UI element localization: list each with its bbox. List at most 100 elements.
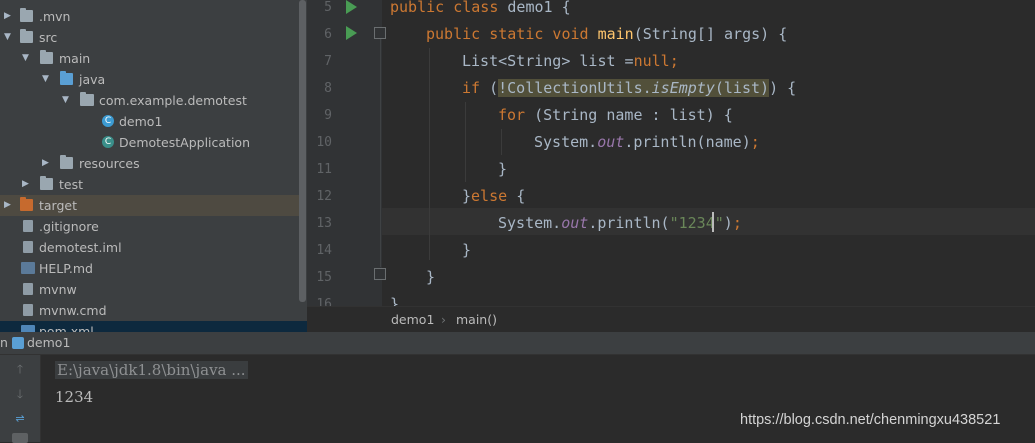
tree-item-label: test xyxy=(59,177,84,192)
tree-item-demotest-iml[interactable]: demotest.iml xyxy=(0,237,300,258)
line-number: 6 xyxy=(324,27,332,42)
line-number: 7 xyxy=(324,54,332,69)
maven-file-icon xyxy=(21,325,35,332)
code-line-16[interactable]: } xyxy=(390,291,399,306)
code-line-11[interactable]: } xyxy=(498,156,507,183)
line-number: 14 xyxy=(316,243,332,258)
line-number: 13 xyxy=(316,216,332,231)
tree-item-mvn[interactable]: ▶ .mvn xyxy=(0,6,300,27)
tree-item-label: .gitignore xyxy=(39,219,99,234)
tree-item-target[interactable]: ▶ target xyxy=(0,195,300,216)
project-tree-panel: ▶ .mvn ▼ src ▼ main ▼ java ▼ com.example… xyxy=(0,0,307,332)
code-token: ) xyxy=(723,214,733,232)
tree-item-label: DemotestApplication xyxy=(119,135,250,150)
run-tab-demo1[interactable]: demo1 xyxy=(27,332,70,354)
code-token: public class xyxy=(390,0,508,16)
fold-marker-icon[interactable] xyxy=(374,268,386,280)
java-class-icon: C xyxy=(102,115,114,127)
tree-item-label: HELP.md xyxy=(39,261,93,276)
run-class-icon[interactable] xyxy=(346,0,357,14)
tree-scrollbar[interactable] xyxy=(299,0,306,302)
chevron-down-icon[interactable]: ▼ xyxy=(62,90,72,111)
tree-item-label: java xyxy=(79,72,106,87)
code-token: (String name : list) { xyxy=(534,106,733,124)
tree-item-mvnw[interactable]: mvnw xyxy=(0,279,300,300)
code-token: for xyxy=(498,106,535,124)
file-icon xyxy=(23,283,33,295)
tree-item-test[interactable]: ▶ test xyxy=(0,174,300,195)
watermark: https://blog.csdn.net/chenmingxu438521 xyxy=(740,412,1001,428)
code-token: { xyxy=(516,187,526,205)
text-caret xyxy=(712,212,714,232)
run-main-icon[interactable] xyxy=(346,26,357,40)
editor-breadcrumb: demo1 › main() xyxy=(307,306,1035,333)
chevron-down-icon[interactable]: ▼ xyxy=(22,48,32,69)
folder-icon xyxy=(40,50,53,64)
code-token: demo1 { xyxy=(507,0,571,16)
tree-item-gitignore[interactable]: .gitignore xyxy=(0,216,300,237)
code-line-9[interactable]: for (String name : list) { xyxy=(498,102,733,129)
code-token: .println(name) xyxy=(624,133,751,151)
breadcrumb-class[interactable]: demo1 xyxy=(391,307,434,333)
indent-guide xyxy=(465,102,466,182)
inspection-warning-highlight[interactable]: !CollectionUtils.isEmpty(list) xyxy=(498,79,770,97)
breadcrumb-method[interactable]: main() xyxy=(456,307,497,333)
code-token: ) { xyxy=(769,79,797,97)
tree-item-label: main xyxy=(59,51,91,66)
chevron-right-icon[interactable]: ▶ xyxy=(4,6,14,27)
code-line-13[interactable]: System.out.println("1234"); xyxy=(498,210,742,237)
soft-wrap-icon[interactable]: ⇌ xyxy=(12,411,28,427)
chevron-down-icon[interactable]: ▼ xyxy=(4,27,14,48)
code-token: if xyxy=(462,79,490,97)
code-line-10[interactable]: System.out.println(name); xyxy=(534,129,760,156)
code-token: out xyxy=(561,214,589,232)
file-icon xyxy=(23,304,33,316)
chevron-down-icon[interactable]: ▼ xyxy=(42,69,52,90)
tree-item-demotest-application[interactable]: C DemotestApplication xyxy=(0,132,300,153)
fold-marker-icon[interactable] xyxy=(374,27,386,39)
code-line-7[interactable]: List<String> list =null; xyxy=(462,48,679,75)
tree-item-mvnw-cmd[interactable]: mvnw.cmd xyxy=(0,300,300,321)
code-token: !CollectionUtils. xyxy=(498,79,652,97)
tree-item-package[interactable]: ▼ com.example.demotest xyxy=(0,90,300,111)
code-line-14[interactable]: } xyxy=(462,237,471,264)
code-line-8[interactable]: if (!CollectionUtils.isEmpty(list)) { xyxy=(462,75,796,102)
run-label-fragment: n xyxy=(0,335,8,350)
code-line-12[interactable]: }else { xyxy=(462,183,525,210)
arrow-down-icon[interactable]: 🡓 xyxy=(12,386,28,402)
chevron-right-icon[interactable]: ▶ xyxy=(42,153,52,174)
code-token: (String[] args) { xyxy=(633,25,788,43)
source-folder-icon xyxy=(60,71,73,85)
tree-item-label: pom.xml xyxy=(39,324,94,332)
tree-item-src[interactable]: ▼ src xyxy=(0,27,300,48)
tree-item-demo1[interactable]: C demo1 xyxy=(0,111,300,132)
chevron-right-icon[interactable]: ▶ xyxy=(22,174,32,195)
line-number: 11 xyxy=(316,162,332,177)
run-config-icon xyxy=(12,337,24,349)
console-command-line[interactable]: E:\java\jdk1.8\bin\java ... xyxy=(55,361,248,379)
breadcrumb-separator: › xyxy=(441,312,446,327)
tree-item-main[interactable]: ▼ main xyxy=(0,48,300,69)
tree-item-label: src xyxy=(39,30,58,45)
chevron-right-icon[interactable]: ▶ xyxy=(4,195,14,216)
code-line-15[interactable]: } xyxy=(426,264,435,291)
console-output[interactable]: E:\java\jdk1.8\bin\java ... 1234 xyxy=(41,355,1035,442)
tree-item-label: target xyxy=(39,198,78,213)
file-icon xyxy=(23,220,33,232)
folder-icon xyxy=(20,8,33,22)
tree-item-pom-xml[interactable]: pom.xml xyxy=(0,321,307,332)
code-token: ; xyxy=(732,214,742,232)
tree-item-label: .mvn xyxy=(39,9,71,24)
code-line-5[interactable]: public class demo1 { xyxy=(390,0,571,21)
code-token: null xyxy=(633,52,670,70)
tree-item-java[interactable]: ▼ java xyxy=(0,69,300,90)
tree-item-resources[interactable]: ▶ resources xyxy=(0,153,300,174)
line-number: 12 xyxy=(316,189,332,204)
code-line-6[interactable]: public static void main(String[] args) { xyxy=(426,21,787,48)
arrow-up-icon[interactable]: 🡑 xyxy=(12,361,28,377)
code-token: public static void xyxy=(426,25,598,43)
line-number: 5 xyxy=(324,0,332,15)
code-token: List<String> list = xyxy=(462,52,634,70)
spring-class-icon: C xyxy=(102,136,114,148)
tree-item-help-md[interactable]: HELP.md xyxy=(0,258,300,279)
